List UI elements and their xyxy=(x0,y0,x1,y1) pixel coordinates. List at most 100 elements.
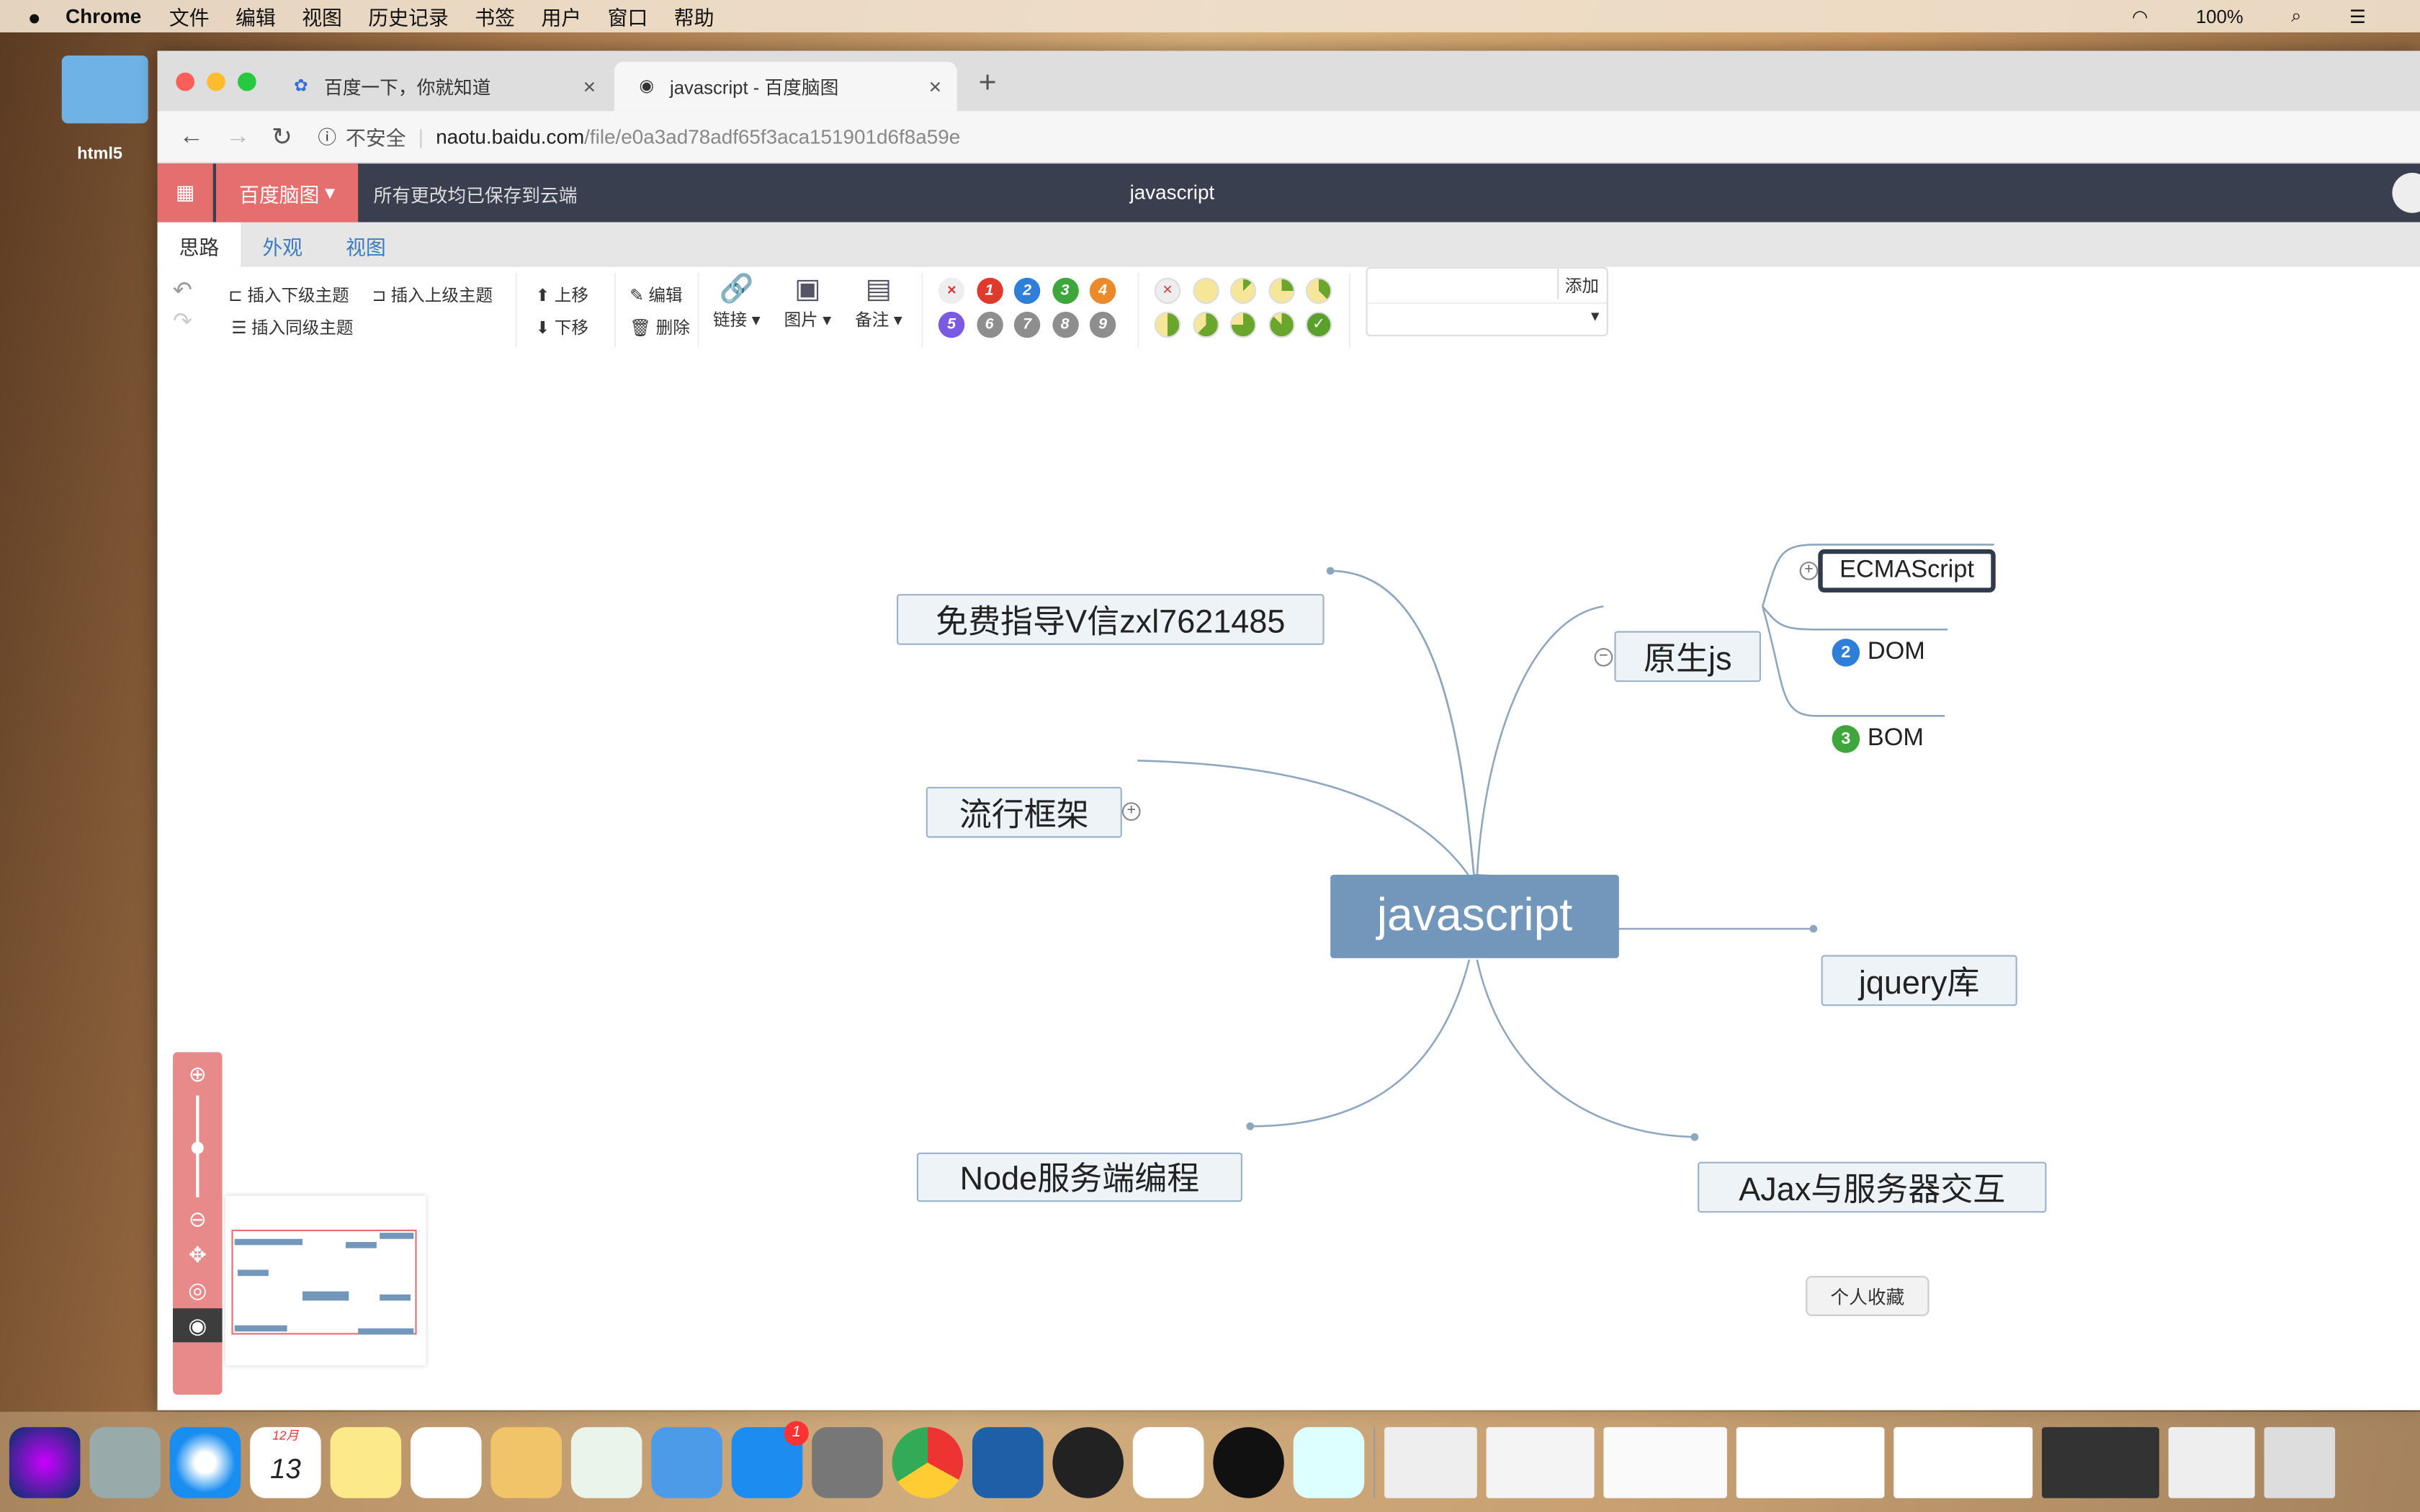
close-tab-icon[interactable]: × xyxy=(929,74,942,99)
window-thumbnail[interactable] xyxy=(1736,1426,1885,1498)
eye-icon[interactable]: ◉ xyxy=(173,1308,223,1343)
node-frameworks[interactable]: 流行框架 xyxy=(926,786,1122,838)
brand-menu[interactable]: 百度脑图 ▾ xyxy=(216,163,359,222)
priority-8-icon[interactable]: 8 xyxy=(1052,311,1078,338)
node-jquery[interactable]: jquery库 xyxy=(1821,955,2017,1007)
progress-4-icon[interactable] xyxy=(1305,277,1332,305)
window-thumbnail[interactable] xyxy=(1384,1426,1477,1498)
priority-9-icon[interactable]: 9 xyxy=(1089,311,1116,338)
expand-icon[interactable]: + xyxy=(1121,802,1141,821)
new-tab-button[interactable]: + xyxy=(979,66,997,102)
priority-1-icon[interactable]: 1 xyxy=(976,277,1003,305)
mindmap-canvas[interactable]: javascript 免费指导V信zxl7621485 流行框架 + Node服… xyxy=(157,354,2420,1410)
search-icon[interactable]: ⌕ xyxy=(2291,4,2301,27)
qq-icon[interactable] xyxy=(1052,1426,1124,1498)
forward-icon[interactable]: → xyxy=(225,122,272,150)
menu-item[interactable]: 帮助 xyxy=(674,1,714,31)
priority-7-icon[interactable]: 7 xyxy=(1013,311,1041,338)
priority-2-icon[interactable]: 2 xyxy=(1013,277,1041,305)
delete-button[interactable]: 🗑 删除 xyxy=(629,315,690,339)
window-thumbnail[interactable] xyxy=(2168,1426,2255,1498)
undo-icon[interactable]: ↶ xyxy=(173,276,192,304)
menu-item[interactable]: 编辑 xyxy=(236,1,276,31)
node-bom[interactable]: 3 BOM xyxy=(1832,725,1924,753)
note-button[interactable]: ▤ 备注 ▾ xyxy=(855,273,902,331)
close-tab-icon[interactable]: × xyxy=(583,74,596,99)
baidu-netdisk-icon[interactable] xyxy=(1132,1426,1204,1498)
minimap[interactable] xyxy=(225,1195,426,1366)
expand-icon[interactable]: + xyxy=(1799,562,1819,580)
node-native-js[interactable]: 原生js xyxy=(1614,631,1761,683)
obs-icon[interactable] xyxy=(1213,1426,1284,1498)
progress-7-icon[interactable] xyxy=(1229,311,1257,338)
vscode-icon[interactable] xyxy=(972,1426,1044,1498)
tab-idea[interactable]: 思路 xyxy=(157,222,241,267)
maximize-button[interactable] xyxy=(238,72,256,91)
window-thumbnail[interactable] xyxy=(1486,1426,1595,1498)
insert-sibling-button[interactable]: ☰ 插入同级主题 xyxy=(231,315,353,339)
progress-1-icon[interactable] xyxy=(1192,277,1219,305)
progress-5-icon[interactable] xyxy=(1154,311,1181,338)
root-node[interactable]: javascript xyxy=(1330,875,1619,958)
zoom-slider-handle[interactable] xyxy=(191,1141,204,1154)
reminders-icon[interactable] xyxy=(411,1426,482,1498)
redo-icon[interactable]: ↷ xyxy=(173,307,192,335)
window-thumbnail[interactable] xyxy=(2042,1426,2159,1498)
resource-input[interactable] xyxy=(1368,268,1559,300)
browser-tab-active[interactable]: ◉ javascript - 百度脑图 × xyxy=(614,61,957,112)
numbers-icon[interactable] xyxy=(570,1426,642,1498)
apple-icon[interactable]: ● xyxy=(28,4,41,28)
browser-tab[interactable]: ✿ 百度一下，你就知道 × xyxy=(269,62,611,112)
app-store-icon[interactable]: 1 xyxy=(731,1420,809,1498)
zoom-out-icon[interactable]: ⊖ xyxy=(185,1207,210,1231)
locate-icon[interactable]: ◎ xyxy=(185,1277,210,1302)
tab-appearance[interactable]: 外观 xyxy=(241,222,324,267)
ev-recorder-icon[interactable] xyxy=(1293,1426,1365,1498)
security-label[interactable]: 不安全 xyxy=(346,122,406,151)
progress-3-icon[interactable] xyxy=(1268,277,1294,305)
node-ajax[interactable]: AJax与服务器交互 xyxy=(1698,1161,2047,1213)
priority-5-icon[interactable]: 5 xyxy=(938,311,965,338)
reload-icon[interactable]: ↻ xyxy=(272,121,318,152)
notes-icon[interactable] xyxy=(330,1426,402,1498)
siri-icon[interactable] xyxy=(9,1426,81,1498)
collapse-icon[interactable]: − xyxy=(1594,648,1613,667)
menu-app[interactable]: Chrome xyxy=(66,4,141,27)
wifi-icon[interactable]: ◠ xyxy=(2132,6,2148,27)
progress-9-icon[interactable]: ✓ xyxy=(1305,311,1332,338)
url-field[interactable]: naotu.baidu.com/file/e0a3ad78adf65f3aca1… xyxy=(436,125,960,148)
tab-view[interactable]: 视图 xyxy=(324,222,408,267)
priority-4-icon[interactable]: 4 xyxy=(1089,277,1116,305)
pages-icon[interactable] xyxy=(490,1426,562,1498)
move-icon[interactable]: ✥ xyxy=(185,1242,210,1266)
window-thumbnail[interactable] xyxy=(1894,1426,2033,1498)
insert-child-button[interactable]: ⊏ 插入下级主题 xyxy=(228,282,349,307)
progress-2-icon[interactable] xyxy=(1229,277,1257,305)
window-thumbnail[interactable] xyxy=(1603,1426,1727,1498)
window-thumbnail[interactable] xyxy=(2264,1426,2336,1498)
menu-item[interactable]: 历史记录 xyxy=(368,1,448,31)
close-window-button[interactable] xyxy=(176,72,194,91)
node-nodejs[interactable]: Node服务端编程 xyxy=(916,1152,1242,1202)
clear-priority-icon[interactable]: × xyxy=(938,277,965,305)
menu-item[interactable]: 文件 xyxy=(169,1,210,31)
folder-icon[interactable] xyxy=(61,55,148,124)
safari-icon[interactable] xyxy=(169,1426,241,1498)
node-wechat[interactable]: 免费指导V信zxl7621485 xyxy=(897,594,1325,645)
insert-parent-button[interactable]: ⊐ 插入上级主题 xyxy=(372,282,493,307)
menu-item[interactable]: 书签 xyxy=(475,1,515,31)
progress-8-icon[interactable] xyxy=(1268,311,1294,338)
progress-6-icon[interactable] xyxy=(1192,311,1219,338)
battery-text[interactable]: 100% xyxy=(2196,6,2244,27)
keynote-icon[interactable] xyxy=(651,1426,722,1498)
node-dom[interactable]: 2 DOM xyxy=(1832,639,1925,667)
image-button[interactable]: ▣ 图片 ▾ xyxy=(784,273,832,331)
avatar[interactable] xyxy=(2392,173,2420,213)
node-ecmascript[interactable]: ECMAScript xyxy=(1818,549,1996,593)
menu-item[interactable]: 用户 xyxy=(541,1,581,31)
info-icon[interactable]: ⓘ xyxy=(318,123,336,149)
calendar-icon[interactable]: 12月 13 xyxy=(250,1426,321,1498)
menu-item[interactable]: 窗口 xyxy=(608,1,648,31)
priority-3-icon[interactable]: 3 xyxy=(1052,277,1078,305)
list-icon[interactable]: ☰ xyxy=(2349,6,2366,27)
